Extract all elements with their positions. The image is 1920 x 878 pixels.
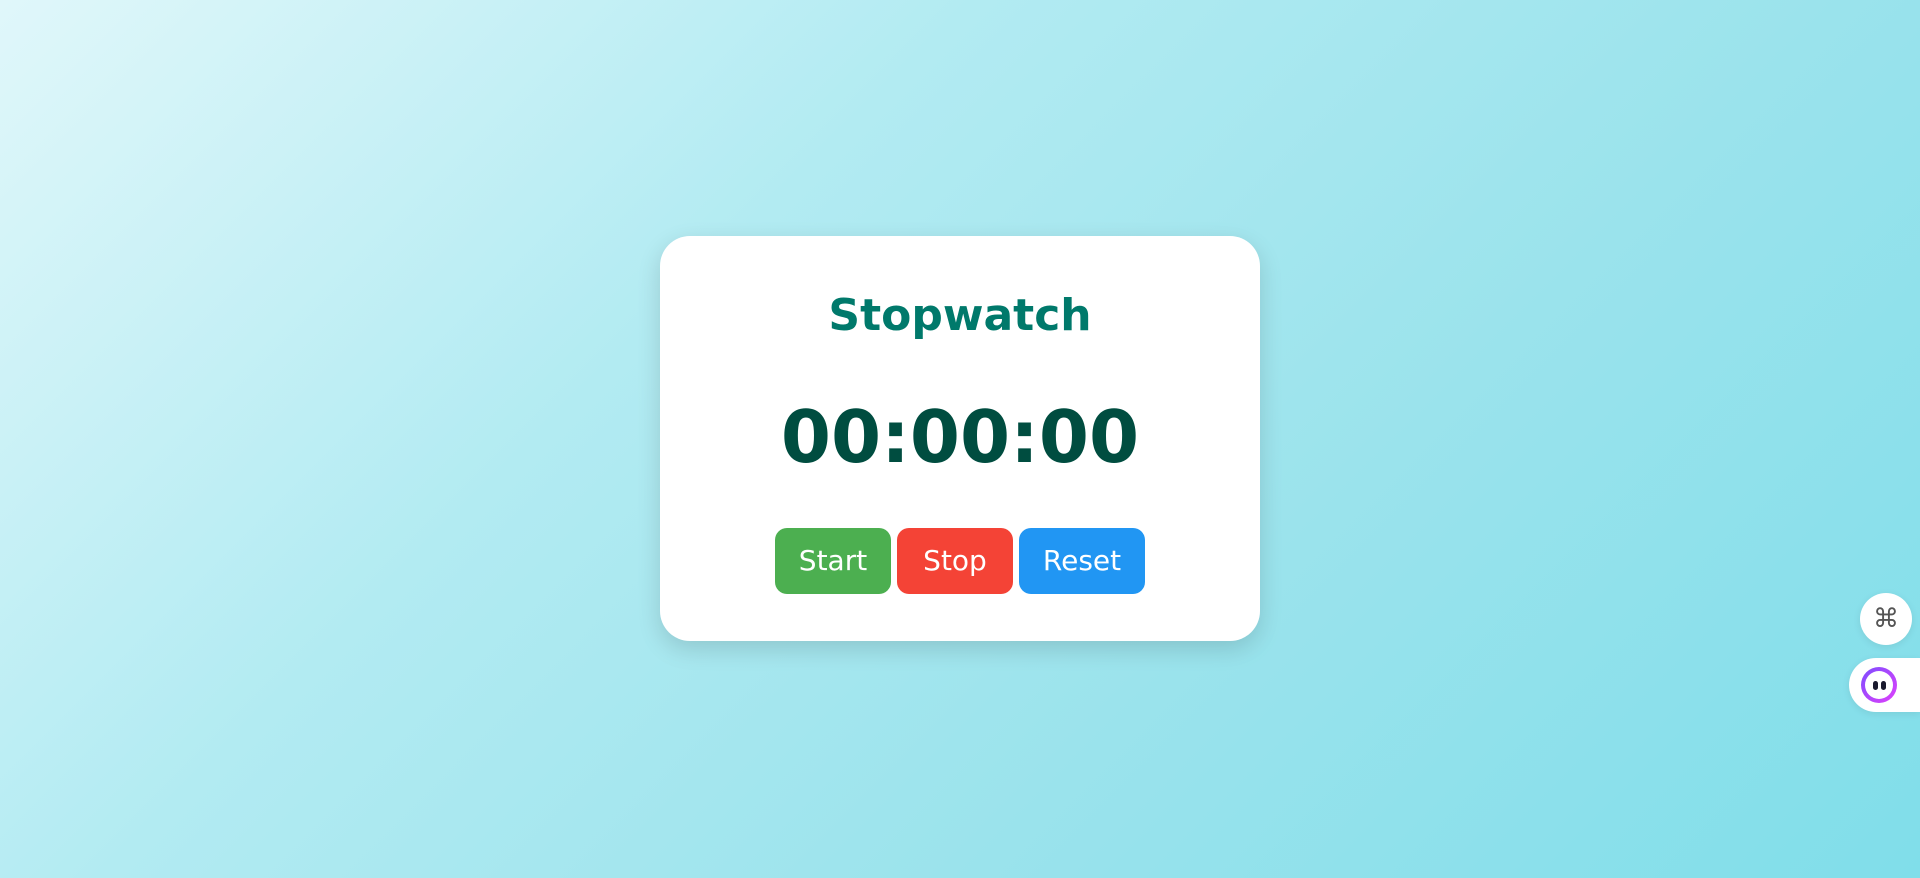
assistant-widget-button[interactable] — [1849, 658, 1920, 712]
assistant-avatar-icon — [1861, 667, 1897, 703]
command-shortcut-button[interactable]: ⌘ — [1860, 593, 1912, 645]
start-button[interactable]: Start — [775, 528, 891, 594]
command-icon: ⌘ — [1873, 604, 1899, 634]
stopwatch-title: Stopwatch — [828, 290, 1092, 341]
time-display: 00:00:00 — [780, 395, 1140, 479]
stop-button[interactable]: Stop — [897, 528, 1013, 594]
reset-button[interactable]: Reset — [1019, 528, 1145, 594]
stopwatch-card: Stopwatch 00:00:00 Start Stop Reset — [660, 236, 1260, 641]
